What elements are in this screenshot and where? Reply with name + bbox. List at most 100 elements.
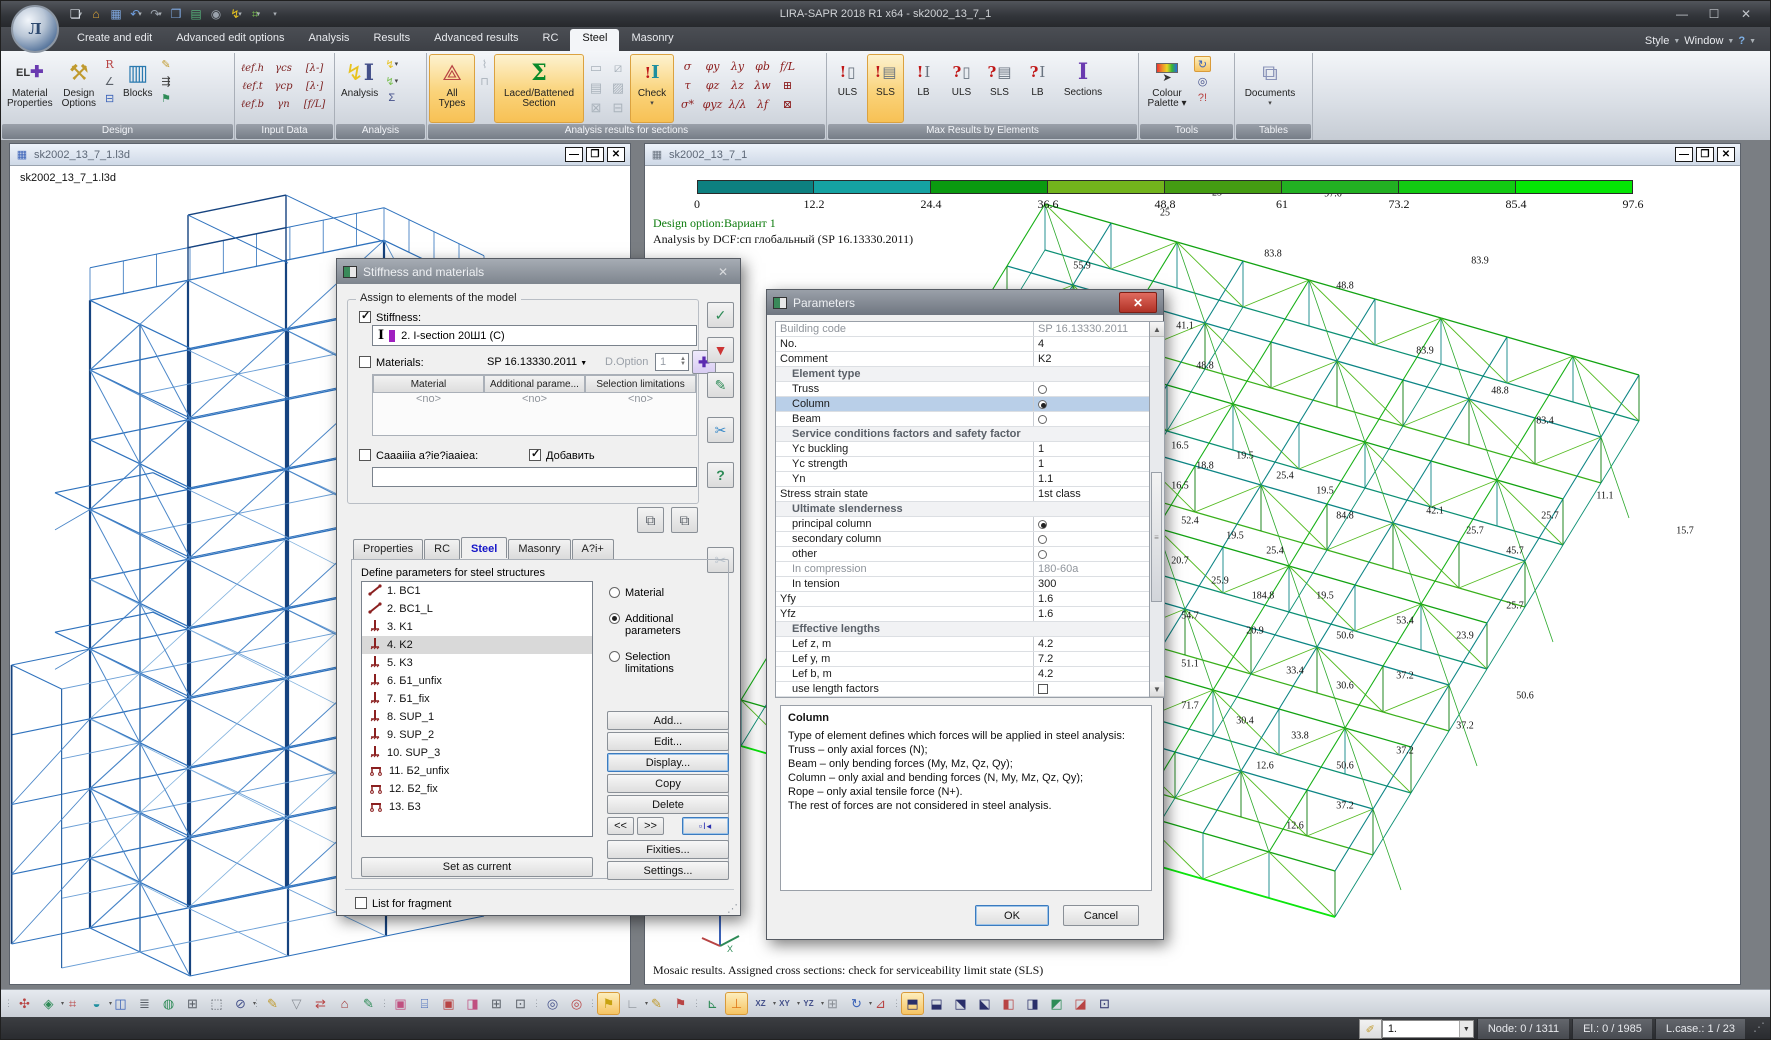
stiffness-tab-a-i-[interactable]: A?i+	[572, 539, 614, 560]
mesh-icon[interactable]: ⊞	[181, 992, 204, 1015]
input-data-icon[interactable]: γcp	[268, 77, 299, 95]
check-symbol-icon[interactable]: λf	[750, 95, 775, 114]
add-button[interactable]: Add...	[607, 711, 729, 730]
param-row-column[interactable]: Column	[776, 397, 1149, 412]
h-grid-icon[interactable]: ⊟	[101, 90, 118, 106]
max-results-uls-button[interactable]: !▯ULS	[829, 54, 866, 123]
apply-icon[interactable]: ✓	[707, 302, 734, 328]
scroll-thumb[interactable]: ≡	[1151, 472, 1162, 602]
package-icon[interactable]: ❒	[167, 5, 185, 23]
r-factor-icon[interactable]: R	[101, 56, 118, 72]
ribbon-tab-advanced-edit-options[interactable]: Advanced edit options	[164, 29, 296, 51]
draw-icon[interactable]: ✎	[261, 992, 284, 1015]
input-data-icon[interactable]: γcs	[268, 59, 299, 77]
colour-palette-button[interactable]: ➤ Colour Palette ▾	[1141, 54, 1193, 123]
sum-sigma-icon[interactable]: Σ	[383, 90, 400, 106]
input-data-icon[interactable]: [f/L]	[299, 95, 330, 113]
rotate-tool-icon[interactable]: ↻	[1194, 56, 1211, 72]
param-row-yc-strength[interactable]: Yc strength1	[776, 457, 1149, 472]
window-menu[interactable]: Window	[1684, 35, 1723, 47]
add-checkbox[interactable]: Добавить	[529, 449, 595, 462]
book-icon[interactable]: ▤	[187, 5, 205, 23]
ribbon-tab-steel[interactable]: Steel	[570, 29, 619, 51]
lines-icon[interactable]: ≣	[133, 992, 156, 1015]
stiffness-tab-rc[interactable]: RC	[424, 539, 460, 560]
input-data-icon[interactable]: ℓef.t	[237, 77, 268, 95]
input-data-icon[interactable]: [λ-]	[299, 59, 330, 77]
materials-table[interactable]: Material Additional parame... Selection …	[372, 374, 697, 436]
param-row-yn[interactable]: Yn1.1	[776, 472, 1149, 487]
model-window-titlebar[interactable]: ▦ sk2002_13_7_1.l3d — ❐ ✕	[10, 144, 630, 166]
param-row-comment[interactable]: CommentK2	[776, 352, 1149, 367]
analysis-button[interactable]: ↯I Analysis	[337, 54, 382, 123]
sphere-view-icon[interactable]: ◈▾	[37, 992, 60, 1015]
paste-doc-icon[interactable]: ⧉	[671, 507, 698, 533]
check-symbol-icon[interactable]: ⊠	[775, 95, 800, 114]
stiffness-tab-properties[interactable]: Properties	[353, 539, 423, 560]
close-button[interactable]: ✕	[1732, 5, 1760, 23]
param-row-building-code[interactable]: Building codeSP 16.13330.2011	[776, 322, 1149, 337]
list-fragment-checkbox[interactable]: List for fragment	[355, 897, 451, 910]
materials-code-dropdown[interactable]: SP 16.13330.2011 ▼	[487, 356, 587, 368]
cube-front-icon[interactable]: ⬔	[949, 992, 972, 1015]
plane-xz-icon[interactable]: XZ▾	[749, 992, 772, 1015]
steel-list-item-б2_fix[interactable]: 12. Б2_fix	[362, 780, 592, 798]
model-minimize-button[interactable]: —	[565, 147, 583, 162]
stiffness-dialog-titlebar[interactable]: Stiffness and materials ✕	[337, 259, 740, 284]
check-symbol-icon[interactable]: τ	[675, 76, 700, 95]
max-results-lb-button[interactable]: ?ILB	[1019, 54, 1056, 123]
run-analysis-icon[interactable]: ↯▾	[227, 5, 245, 23]
filter-icon[interactable]: ▼	[707, 337, 734, 363]
flag-on-icon[interactable]: ⚑	[597, 992, 620, 1015]
input-data-icon[interactable]: [λ·]	[299, 77, 330, 95]
model-restore-button[interactable]: ❐	[586, 147, 604, 162]
iso-view-icon[interactable]: ⊿	[869, 992, 892, 1015]
statusbar-resize-grip[interactable]: ⋰	[1745, 1020, 1770, 1038]
steel-parameters-list[interactable]: 1. BC12. BC1_L3. K14. K25. K36. Б1_unfix…	[361, 581, 593, 837]
cube-left-icon[interactable]: ◧	[997, 992, 1020, 1015]
pen-mode-icon[interactable]: ✐	[1359, 1019, 1382, 1039]
scroll-down-icon[interactable]: ▼	[1150, 682, 1164, 697]
max-results-uls-button[interactable]: ?▯ULS	[943, 54, 980, 123]
hide-icon[interactable]: ⊘▾	[229, 992, 252, 1015]
param-row-lef-z-m[interactable]: Lef z, m4.2	[776, 637, 1149, 652]
grid-plane-icon[interactable]: ⊞	[821, 992, 844, 1015]
results-minimize-button[interactable]: —	[1675, 147, 1693, 162]
steel-list-item-k1[interactable]: 3. K1	[362, 618, 592, 636]
materials-checkbox-box[interactable]	[359, 356, 371, 368]
cube-corner-icon[interactable]: ◪	[1069, 992, 1092, 1015]
stiffness-tab-steel[interactable]: Steel	[461, 537, 507, 558]
analysis-table-icon[interactable]: ↯▾	[383, 56, 400, 72]
radio-material[interactable]: Material	[609, 587, 729, 599]
redo-icon[interactable]: ↷▾	[147, 5, 165, 23]
scissors-icon[interactable]: ✂	[707, 417, 734, 443]
plane-xy-icon[interactable]: XY▾	[773, 992, 796, 1015]
ribbon-tab-masonry[interactable]: Masonry	[619, 29, 685, 51]
parameters-grid[interactable]: Building codeSP 16.13330.2011No.4Comment…	[775, 321, 1150, 698]
prev-button[interactable]: <<	[607, 817, 634, 835]
resize-grip[interactable]: ⋰	[727, 902, 738, 915]
steel-list-item-б3[interactable]: 13. Б3	[362, 798, 592, 816]
input-data-icon[interactable]: γn	[268, 95, 299, 113]
param-group-effective-lengths[interactable]: Effective lengths	[776, 622, 1149, 637]
doption-spinner[interactable]: 1 ▲▼	[655, 353, 689, 371]
laced-battened-button[interactable]: Σ Laced/Battened Section	[494, 54, 584, 123]
param-row-yc-buckling[interactable]: Yc buckling1	[776, 442, 1149, 457]
param-row-principal-column[interactable]: principal column	[776, 517, 1149, 532]
radio-additional-parameters[interactable]: Additional parameters	[609, 613, 729, 637]
delete-button[interactable]: Delete	[607, 795, 729, 814]
check-symbol-icon[interactable]: λw	[750, 76, 775, 95]
parameters-close-icon[interactable]: ✕	[1119, 292, 1157, 313]
brush-icon[interactable]: ✎	[707, 372, 734, 398]
check-symbol-icon[interactable]: λy	[725, 57, 750, 76]
param-group-ultimate-slenderness[interactable]: Ultimate slenderness	[776, 502, 1149, 517]
flag-grid-icon[interactable]: ▣	[389, 992, 412, 1015]
stiffness-tab-masonry[interactable]: Masonry	[508, 539, 570, 560]
steel-list-item-sup_1[interactable]: 8. SUP_1	[362, 708, 592, 726]
axes-k-icon[interactable]: ⊾	[701, 992, 724, 1015]
load-case-combo[interactable]: 1.▼	[1382, 1020, 1474, 1038]
cube-top-icon[interactable]: ⬓	[925, 992, 948, 1015]
design-options-button[interactable]: ⚒ Design Options	[58, 54, 100, 123]
sphere-icon[interactable]: ◍	[157, 992, 180, 1015]
nodes-grid-icon[interactable]: ⌗	[61, 992, 84, 1015]
